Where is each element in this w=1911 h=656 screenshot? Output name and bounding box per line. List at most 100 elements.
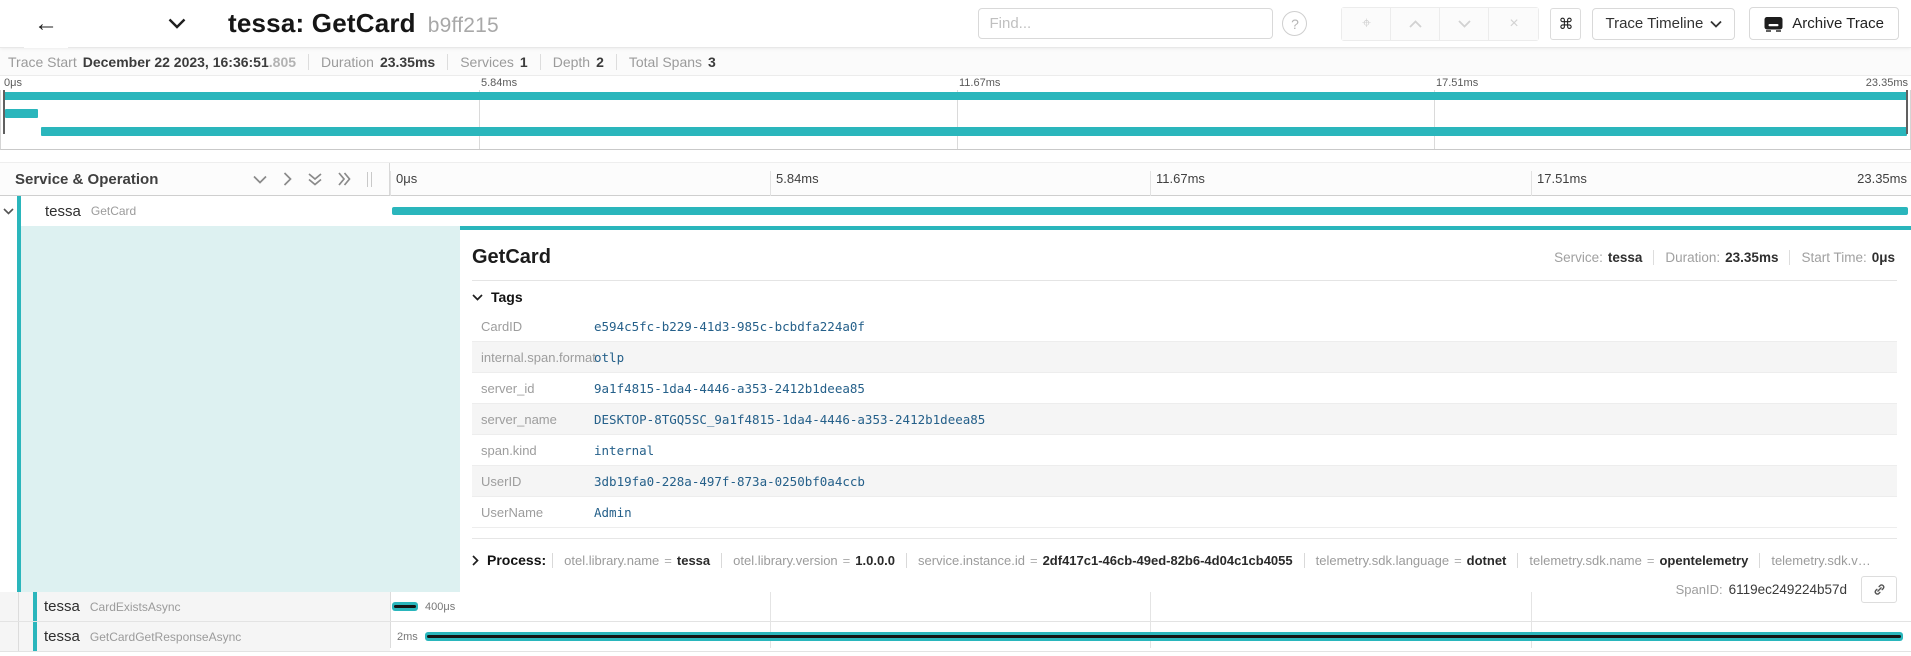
- timeline-tick: 11.67ms: [1150, 171, 1205, 197]
- next-match-chevron-down-icon[interactable]: [1440, 8, 1489, 40]
- tree-indent-line: [18, 592, 19, 621]
- span-bar-getcard[interactable]: [392, 207, 1908, 215]
- service-name: tessa: [44, 628, 80, 645]
- span-bar-cell[interactable]: 400μs: [390, 592, 1911, 621]
- trace-title-chevron-down-icon[interactable]: [168, 18, 186, 29]
- prev-match-chevron-up-icon[interactable]: [1391, 8, 1440, 40]
- timeline-tick: 5.84ms: [770, 171, 819, 197]
- selected-span-highlight-pad: [390, 226, 460, 592]
- ruler-tick: 11.67ms: [959, 77, 1000, 89]
- span-name-cell[interactable]: tessa GetCardGetResponseAsync: [0, 622, 390, 651]
- service-color-strip: [17, 226, 21, 592]
- service-color-strip: [33, 622, 37, 651]
- find-help-icon[interactable]: ?: [1282, 11, 1307, 36]
- tags-table: CardID e594c5fc-b229-41d3-985c-bcbdfa224…: [472, 311, 1897, 528]
- span-row-cardexistsasync[interactable]: tessa CardExistsAsync 400μs: [0, 592, 1911, 622]
- trace-timeline-label: Trace Timeline: [1605, 15, 1703, 32]
- keyboard-shortcuts-command-icon[interactable]: ⌘: [1550, 8, 1581, 40]
- expand-all-double-chevron-down-icon[interactable]: [308, 173, 322, 186]
- chevron-down-icon: [1710, 20, 1722, 28]
- minimap-right-drag-handle[interactable]: [1906, 90, 1908, 134]
- trace-depth: Depth2: [540, 54, 616, 70]
- trace-id-short: b9ff215: [428, 14, 499, 37]
- service-operation-header: Service & Operation: [0, 163, 390, 195]
- minimap-ruler: 0μs 5.84ms 11.67ms 17.51ms 23.35ms: [0, 76, 1911, 90]
- span-rows: tessa GetCard GetCard Service:: [0, 196, 1911, 652]
- trace-timeline-page: ← tessa: GetCardb9ff215 ? ⌖ × ⌘ Trace T: [0, 0, 1911, 656]
- chevron-down-icon: [472, 294, 483, 301]
- ruler-tick: 17.51ms: [1436, 77, 1478, 89]
- expand-collapse-controls: [253, 172, 389, 187]
- minimap-span-cardexistsasync[interactable]: [5, 109, 38, 118]
- span-bar-cell[interactable]: 2ms: [390, 622, 1911, 651]
- tag-row[interactable]: CardID e594c5fc-b229-41d3-985c-bcbdfa224…: [472, 311, 1897, 342]
- ruler-tick: 5.84ms: [481, 77, 517, 89]
- span-name-cell[interactable]: tessa CardExistsAsync: [0, 592, 390, 621]
- expand-one-double-chevron-right-icon[interactable]: [338, 172, 351, 186]
- detail-header: GetCard Service:tessa Duration:23.35ms S…: [472, 238, 1897, 276]
- top-bar-controls: ? ⌖ × ⌘ Trace Timeline: [978, 7, 1911, 41]
- service-name: tessa: [44, 598, 80, 615]
- process-section-label: Process:: [487, 552, 546, 568]
- span-row-getcard[interactable]: tessa GetCard: [0, 196, 1911, 226]
- process-section-toggle[interactable]: Process: otel.library.name=tessa otel.li…: [472, 538, 1897, 572]
- minimap-left-drag-handle[interactable]: [3, 90, 5, 134]
- trace-minimap[interactable]: [0, 90, 1911, 150]
- service-color-strip: [33, 592, 37, 621]
- page-title: tessa: GetCardb9ff215: [228, 8, 499, 39]
- top-bar: ← tessa: GetCardb9ff215 ? ⌖ × ⌘ Trace T: [0, 0, 1911, 48]
- back-button[interactable]: ←: [24, 0, 68, 48]
- operation-name: GetCard: [91, 204, 136, 218]
- ruler-tick: 0μs: [4, 77, 22, 89]
- span-detail-panel: GetCard Service:tessa Duration:23.35ms S…: [390, 226, 1911, 592]
- span-duration-label: 2ms: [397, 631, 418, 643]
- span-bar-getcardgetresponseasync[interactable]: [425, 632, 1903, 641]
- span-bar-cell[interactable]: [390, 196, 1911, 226]
- collapse-one-chevron-right-icon[interactable]: [283, 172, 292, 186]
- archive-trace-button[interactable]: Archive Trace: [1749, 7, 1899, 40]
- tag-row[interactable]: server_name DESKTOP-8TGQ5SC_9a1f4815-1da…: [472, 404, 1897, 435]
- span-row-getcardgetresponseasync[interactable]: tessa GetCardGetResponseAsync 2ms: [0, 622, 1911, 652]
- tag-row[interactable]: internal.span.format otlp: [472, 342, 1897, 373]
- collapse-children-chevron-down-icon[interactable]: [3, 208, 17, 215]
- process-item: otel.library.name=tessa: [552, 553, 721, 568]
- selected-span-highlight-column[interactable]: [0, 226, 390, 592]
- service-color-strip: [17, 196, 21, 226]
- span-detail-row: GetCard Service:tessa Duration:23.35ms S…: [0, 226, 1911, 592]
- operation-name: GetCardGetResponseAsync: [90, 630, 241, 644]
- trace-total-spans: Total Spans3: [616, 54, 728, 70]
- trace-timeline-dropdown[interactable]: Trace Timeline: [1592, 8, 1735, 40]
- tags-section-toggle[interactable]: Tags: [472, 286, 1897, 308]
- ruler-tick: 23.35ms: [1866, 77, 1908, 89]
- span-bar-cardexistsasync[interactable]: [392, 602, 418, 611]
- archive-trace-label: Archive Trace: [1792, 15, 1884, 32]
- tags-section-label: Tags: [491, 289, 523, 305]
- process-item: otel.library.version=1.0.0.0: [721, 553, 906, 568]
- tag-row[interactable]: UserID 3db19fa0-228a-497f-873a-0250bf0a4…: [472, 466, 1897, 497]
- column-resizer-grip[interactable]: [367, 172, 372, 187]
- meta-start-time: Start Time:0μs: [1789, 250, 1897, 265]
- trace-start: Trace StartDecember 22 2023, 16:36:51.80…: [8, 54, 308, 70]
- timeline-tick: 23.35ms: [1852, 171, 1907, 197]
- tag-row[interactable]: span.kind internal: [472, 435, 1897, 466]
- find-nav-group: ⌖ ×: [1341, 7, 1539, 41]
- detail-meta: Service:tessa Duration:23.35ms Start Tim…: [1543, 250, 1897, 265]
- clear-search-close-icon[interactable]: ×: [1489, 8, 1538, 40]
- trace-services-count: Services1: [447, 54, 539, 70]
- meta-service: Service:tessa: [1543, 250, 1653, 265]
- tag-row[interactable]: UserName Admin: [472, 497, 1897, 528]
- process-item: service.instance.id=2df417c1-46cb-49ed-8…: [906, 553, 1304, 568]
- collapse-all-chevron-down-icon[interactable]: [253, 175, 267, 184]
- focus-match-icon[interactable]: ⌖: [1342, 8, 1391, 40]
- minimap-span-getcard[interactable]: [4, 92, 1907, 100]
- find-input[interactable]: [978, 8, 1273, 39]
- span-name-cell[interactable]: tessa GetCard: [0, 196, 390, 226]
- archive-icon: [1764, 16, 1783, 32]
- minimap-span-getcardgetresponseasync[interactable]: [41, 127, 1907, 136]
- tree-indent-line: [18, 622, 19, 651]
- trace-duration: Duration23.35ms: [308, 54, 447, 70]
- tag-row[interactable]: server_id 9a1f4815-1da4-4446-a353-2412b1…: [472, 373, 1897, 404]
- timeline-column-header: Service & Operation 0μs 5.84ms 11: [0, 162, 1911, 196]
- service-operation-title: Service & Operation: [15, 171, 158, 188]
- timeline-ticks-header: 0μs 5.84ms 11.67ms 17.51ms 23.35ms: [390, 163, 1911, 195]
